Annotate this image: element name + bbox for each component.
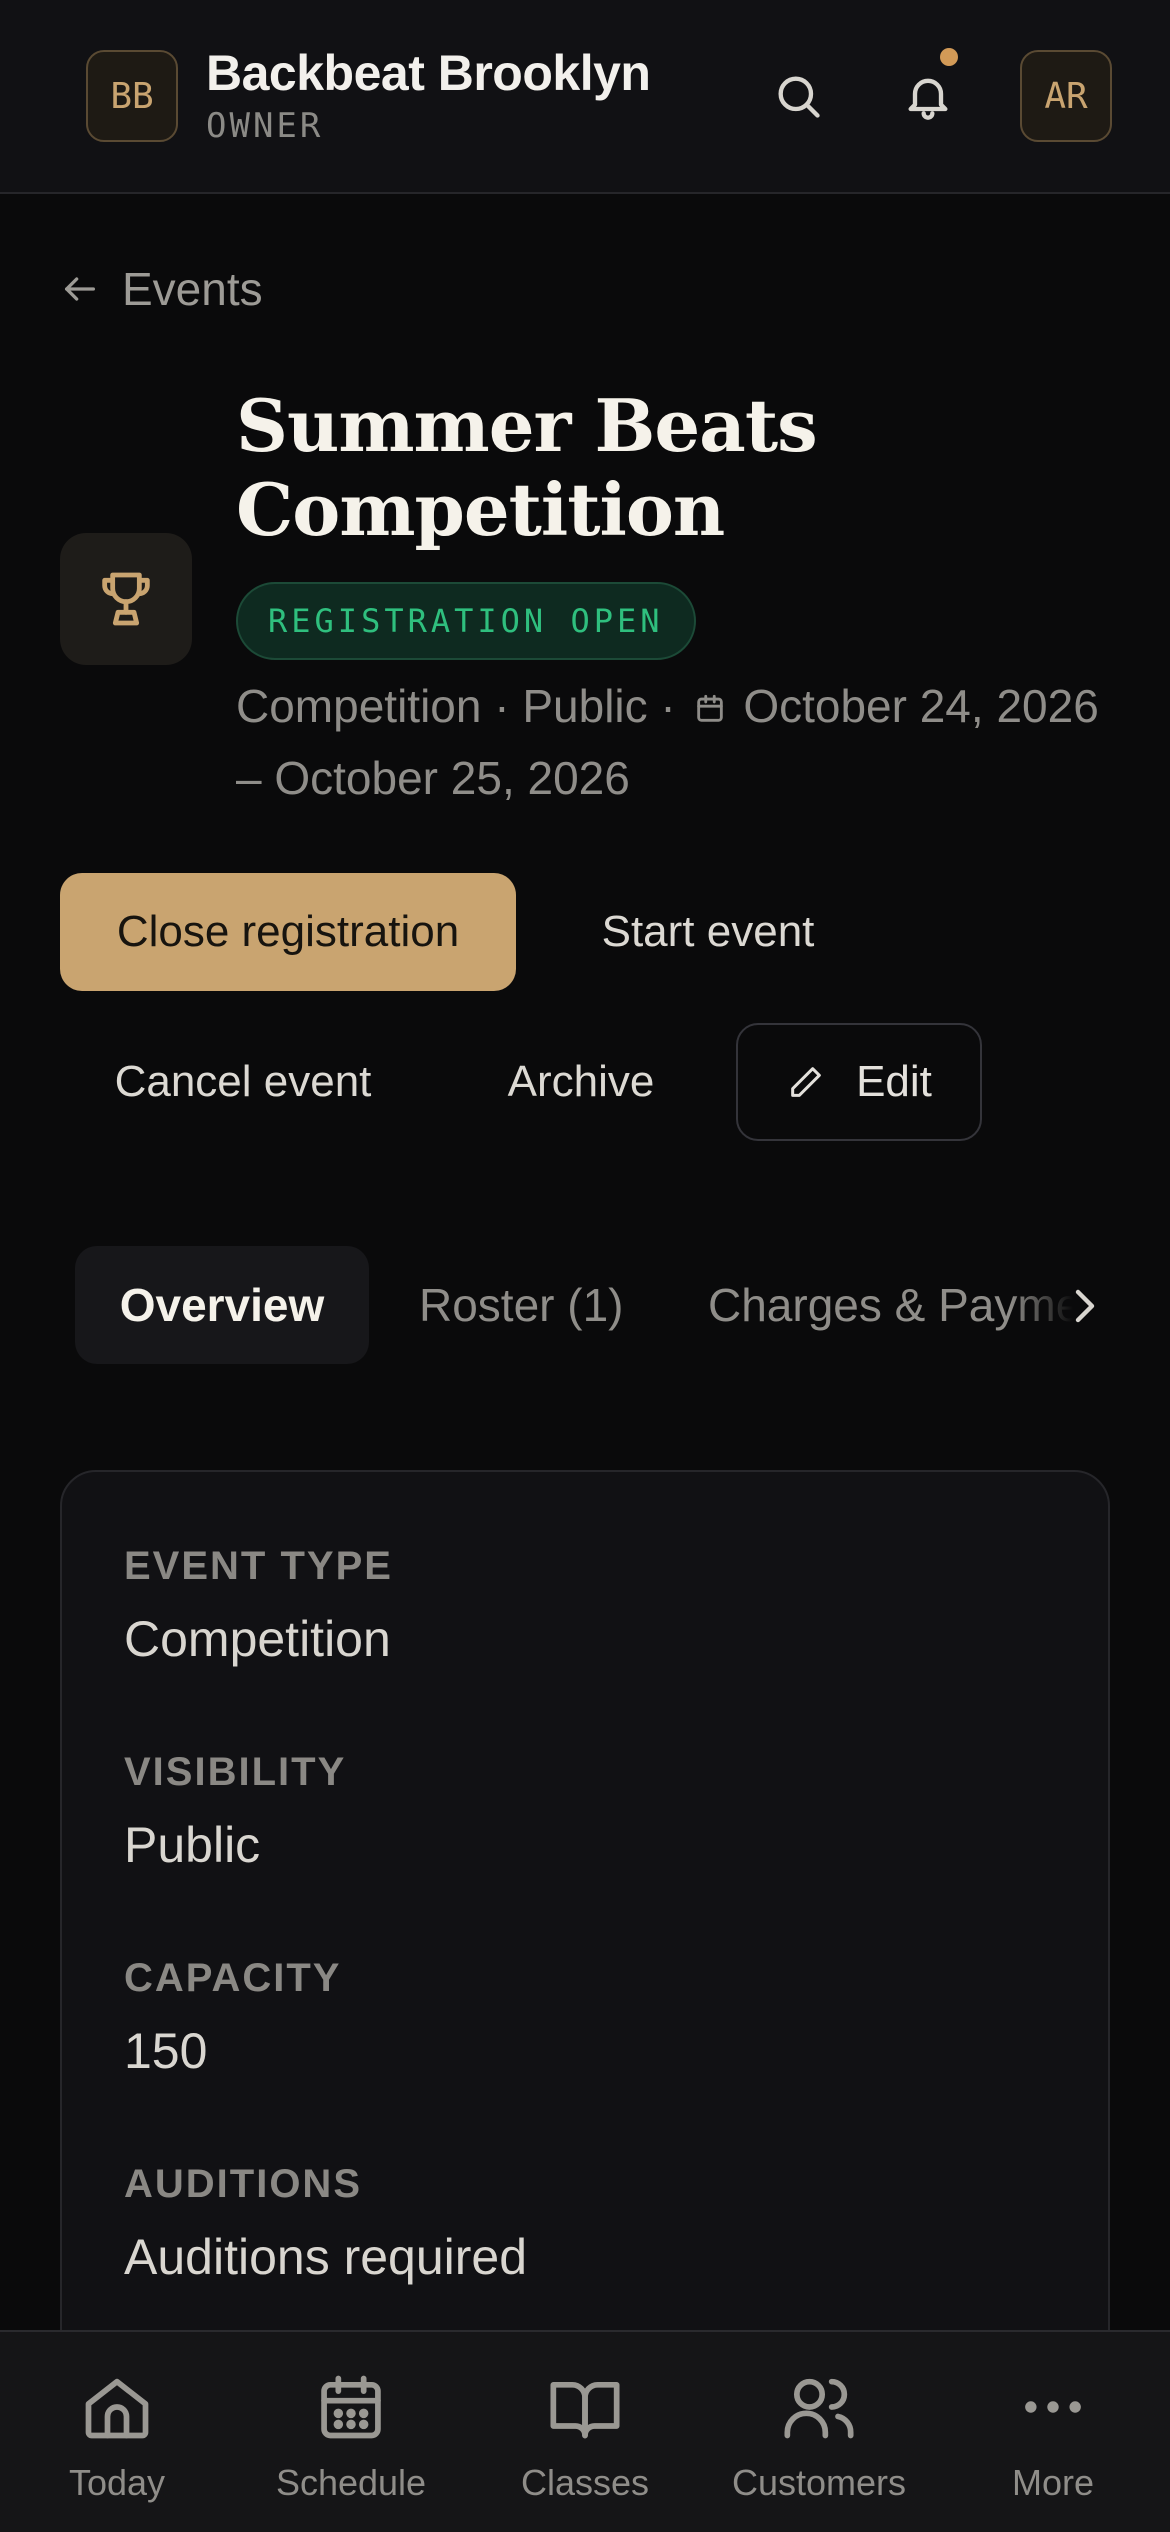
field-label-event-type: EVENT TYPE [124,1544,393,1588]
archive-button[interactable]: Archive [466,1023,696,1141]
event-meta: Competition · Public · October 24, 2026 … [236,670,1116,814]
status-badge: REGISTRATION OPEN [236,582,696,660]
nav-customers[interactable]: Customers [702,2332,936,2532]
nav-more[interactable]: More [936,2332,1170,2532]
event-icon-tile [60,533,192,665]
event-title: Summer Beats Competition [236,383,818,552]
org-name[interactable]: Backbeat Brooklyn [206,44,651,102]
nav-label: Classes [520,2462,650,2503]
nav-label: Schedule [275,2462,427,2503]
arrow-left-icon [65,277,96,301]
field-label-auditions: AUDITIONS [124,2162,362,2206]
more-icon [1015,2362,1091,2452]
field-label-visibility: VISIBILITY [124,1750,347,1794]
book-icon [547,2362,623,2452]
tab-roster[interactable]: Roster (1) [419,1246,623,1364]
nav-label: Today [68,2462,166,2503]
calendar-icon [313,2362,389,2452]
org-role: OWNER [206,106,324,146]
start-event-button[interactable]: Start event [556,873,860,991]
nav-today[interactable]: Today [0,2332,234,2532]
bell-icon[interactable] [888,56,968,136]
calendar-icon [696,694,723,722]
notification-dot [940,48,958,66]
bottom-nav: Today Schedule Classes Customers More [0,2330,1170,2532]
event-type-meta: Competition [236,680,482,732]
field-value-capacity: 150 [124,2023,208,2079]
nav-label: More [1011,2462,1095,2503]
pencil-icon [791,1067,821,1097]
field-value-auditions: Auditions required [124,2229,528,2285]
app-header: BB Backbeat Brooklyn OWNER AR [0,0,1170,194]
field-value-event-type: Competition [124,1611,391,1667]
trophy-icon [102,572,150,626]
meta-separator: · [660,680,689,732]
users-icon [781,2362,857,2452]
user-avatar[interactable]: AR [1020,50,1112,142]
field-label-capacity: CAPACITY [124,1956,342,2000]
search-icon[interactable] [758,56,838,136]
nav-schedule[interactable]: Schedule [234,2332,468,2532]
back-to-events-link[interactable]: Events [60,262,263,316]
nav-classes[interactable]: Classes [468,2332,702,2532]
field-value-visibility: Public [124,1817,261,1873]
meta-separator: · [494,680,523,732]
edit-button-label: Edit [856,1057,932,1106]
close-registration-button[interactable]: Close registration [60,873,516,991]
back-link-label: Events [122,263,263,315]
cancel-event-button[interactable]: Cancel event [60,1023,426,1141]
event-visibility-meta: Public [522,680,648,732]
nav-label: Customers [731,2462,907,2503]
tab-overview[interactable]: Overview [75,1246,369,1364]
home-icon [79,2362,155,2452]
event-tabs: Overview Roster (1) Charges & Payments [60,1246,1100,1364]
org-avatar[interactable]: BB [86,50,178,142]
chevron-right-icon[interactable] [1064,1278,1104,1334]
edit-button[interactable]: Edit [736,1023,982,1141]
